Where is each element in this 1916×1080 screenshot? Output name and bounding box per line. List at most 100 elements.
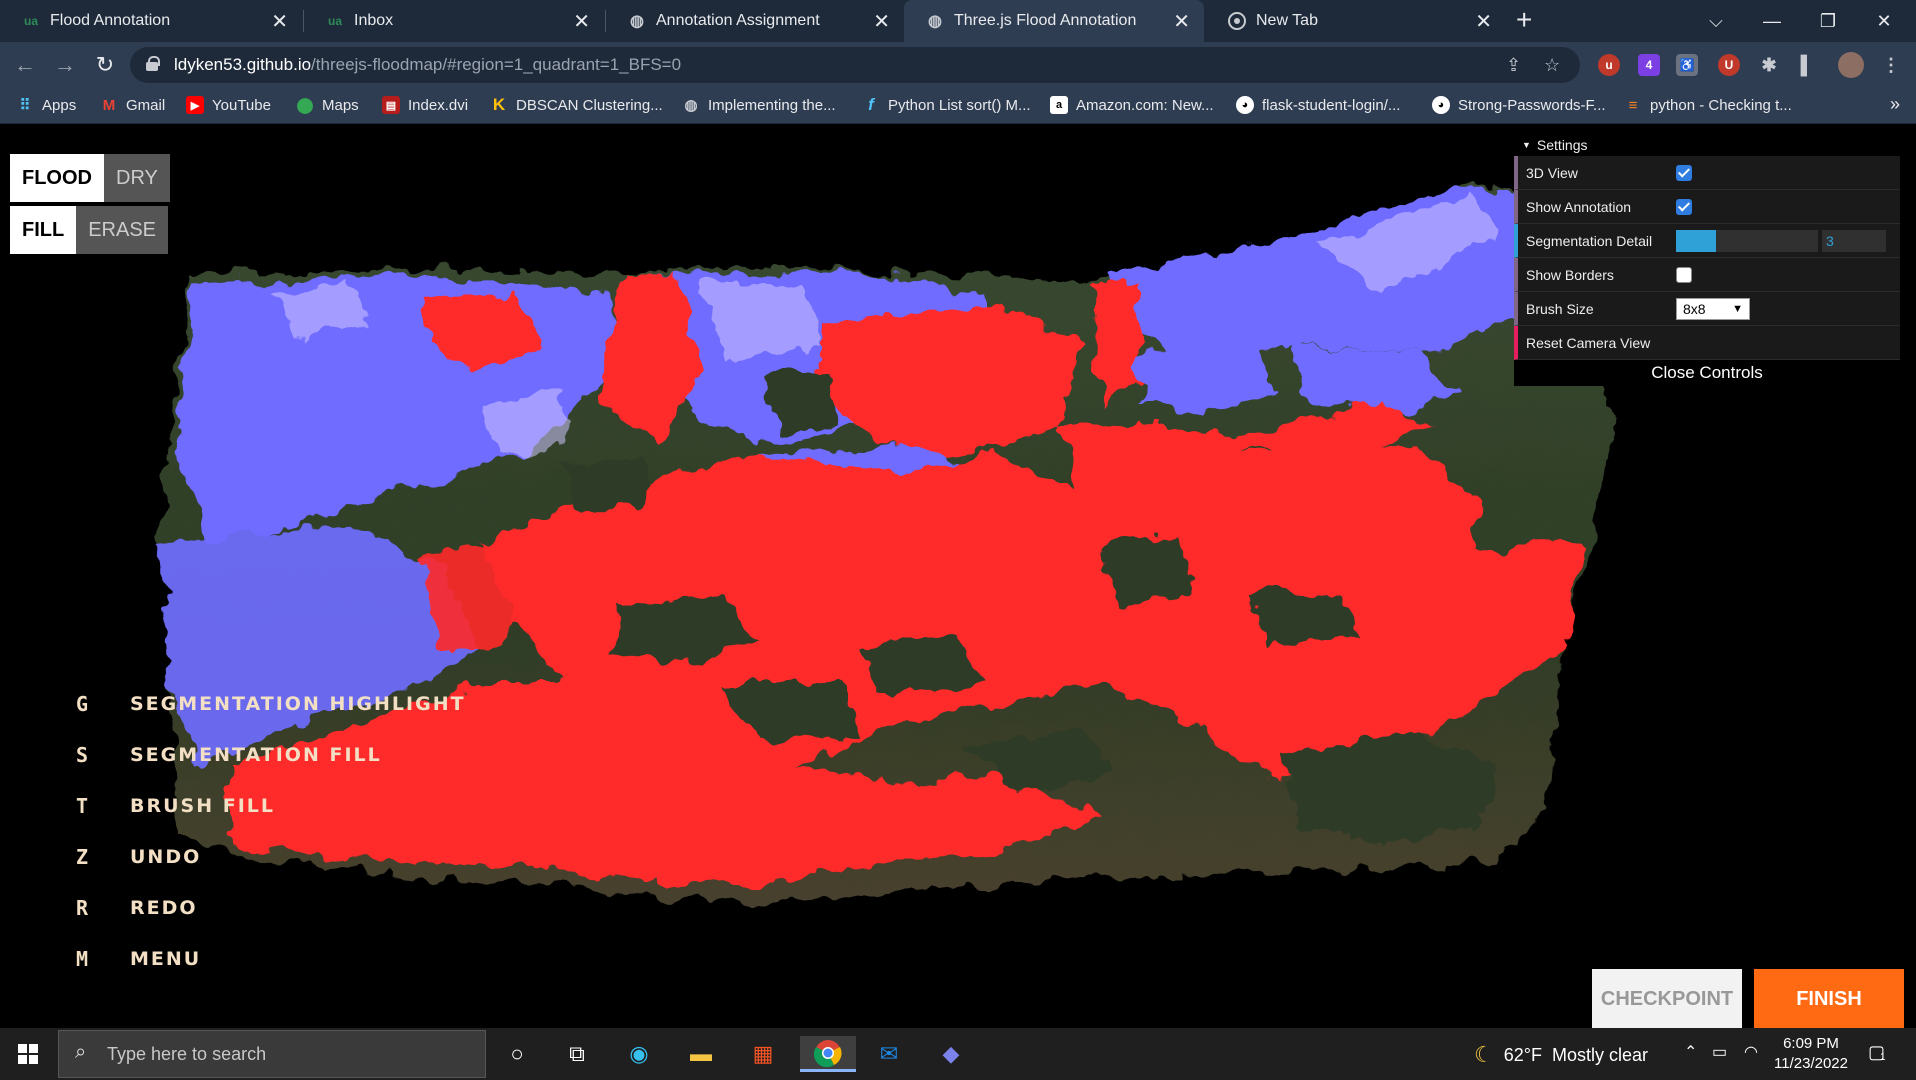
search-icon: ⌕ [75,1041,87,1063]
clock-time: 6:09 PM [1783,1035,1839,1052]
bookmark-youtube[interactable]: ▶ YouTube [186,96,271,114]
bookmark-flask-student-login[interactable]: ◕ flask-student-login/... [1236,96,1400,114]
bookmark-dbscan[interactable]: K DBSCAN Clustering... [490,95,663,114]
brush-size-select[interactable]: 8x8 ▼ [1676,297,1750,320]
3d-view-checkbox[interactable] [1676,164,1692,181]
setting-segmentation-detail[interactable]: Segmentation Detail 3 [1514,224,1900,258]
close-icon[interactable]: ✕ [1173,9,1190,34]
tab-annotation-assignment[interactable]: ◍ Annotation Assignment ✕ [606,0,904,42]
new-tab-plus-icon[interactable]: + [1516,4,1532,36]
segmentation-detail-input[interactable]: 3 [1822,229,1886,252]
teams-icon[interactable]: ◆ [932,1036,970,1072]
close-icon[interactable]: ✕ [873,9,890,34]
minimize-icon[interactable]: — [1744,0,1800,42]
edge-icon[interactable]: ◉ [620,1036,658,1072]
mode-toggle: FLOOD DRY [10,154,170,202]
bookmarks-overflow-icon[interactable]: » [1890,94,1900,115]
segmentation-detail-slider[interactable] [1676,229,1818,252]
profile-avatar[interactable] [1838,52,1864,78]
close-controls-button[interactable]: Close Controls [1514,360,1900,386]
microsoft-store-icon[interactable]: ▦ [744,1036,782,1072]
search-placeholder: Type here to search [107,1043,267,1064]
dry-mode-button[interactable]: DRY [104,154,170,202]
bookmark-label: Gmail [126,96,166,114]
restore-icon[interactable]: ❐ [1800,0,1856,42]
bookmark-label: DBSCAN Clustering... [516,96,663,114]
hotkey-label: Undo [130,846,202,868]
threejs-canvas[interactable]: FLOOD DRY FILL ERASE G Segmentation Highl… [0,124,1916,1028]
hotkey-label: Segmentation Highlight [130,693,466,715]
window-close-icon[interactable]: ✕ [1856,0,1912,42]
bookmark-python-checking[interactable]: ≡ python - Checking t... [1624,96,1792,114]
taskbar-search-input[interactable]: ⌕ Type here to search [58,1030,486,1078]
share-icon[interactable]: ⇪ [1506,55,1521,76]
cortana-icon[interactable]: ○ [498,1036,536,1072]
bookmark-label: python - Checking t... [1650,96,1792,114]
clock-date: 11/23/2022 [1774,1055,1848,1072]
extension-badge-icon[interactable]: 4 [1638,54,1660,76]
chrome-taskbar-icon[interactable] [800,1036,856,1072]
setting-3d-view[interactable]: 3D View [1514,156,1900,190]
settings-title: Settings [1536,137,1588,153]
erase-tool-button[interactable]: ERASE [76,206,169,254]
setting-label: Reset Camera View [1526,334,1651,351]
side-panel-icon[interactable]: ▌ [1796,54,1818,76]
bookmark-maps[interactable]: ⬤ Maps [296,96,359,115]
weather-temp: 62°F [1503,1044,1542,1065]
bookmark-implementing[interactable]: ◍ Implementing the... [682,96,835,115]
tab-search-chevron-icon[interactable]: ⌵ [1688,0,1744,42]
chevron-up-icon[interactable]: ⌃ [1684,1042,1697,1062]
file-explorer-icon[interactable]: ▬ [682,1036,720,1072]
show-borders-checkbox[interactable] [1676,266,1692,283]
bookmark-star-icon[interactable]: ☆ [1544,55,1560,76]
bookmark-index-dvi[interactable]: ▤ Index.dvi [382,96,468,114]
tab-flood-annotation[interactable]: ua Flood Annotation ✕ [0,0,302,42]
bookmark-python-list-sort[interactable]: f Python List sort() M... [862,95,1030,114]
forward-arrow-icon[interactable]: → [50,50,80,80]
tab-title: Annotation Assignment [656,12,820,29]
tab-title: New Tab [1256,12,1318,29]
tab-new-tab[interactable]: New Tab ✕ [1206,0,1506,42]
bookmark-apps[interactable]: ⠿ Apps [16,96,77,115]
apps-grid-icon: ⠿ [19,97,31,114]
reload-icon[interactable]: ↻ [90,50,120,80]
bookmark-gmail[interactable]: M Gmail [100,96,165,114]
finish-button[interactable]: FINISH [1754,969,1904,1028]
reset-camera-view-button[interactable]: Reset Camera View [1514,326,1900,360]
url-text: ldyken53.github.io/threejs-floodmap/#reg… [174,55,681,75]
task-view-icon[interactable]: ⧉ [558,1036,596,1072]
accessibility-icon[interactable]: ♿ [1676,54,1698,76]
tab-threejs-flood-annotation[interactable]: ◍ Three.js Flood Annotation ✕ [904,0,1204,42]
weather-widget[interactable]: ☾ 62°F Mostly clear [1474,1042,1648,1068]
bookmark-amazon[interactable]: a Amazon.com: New... [1050,96,1214,114]
settings-folder-header[interactable]: ▼ Settings [1514,134,1900,156]
mail-icon[interactable]: ✉ [870,1036,908,1072]
lock-icon [146,56,160,72]
close-icon[interactable]: ✕ [573,9,590,34]
back-arrow-icon[interactable]: ← [10,50,40,80]
close-icon[interactable]: ✕ [1475,9,1492,34]
notification-icon[interactable]: ▢ 1 [1868,1042,1886,1063]
setting-label: Show Annotation [1526,198,1632,215]
show-annotation-checkbox[interactable] [1676,198,1692,215]
extensions-puzzle-icon[interactable]: ✱ [1758,54,1780,76]
f-icon: f [868,95,874,114]
setting-show-borders[interactable]: Show Borders [1514,258,1900,292]
checkpoint-button[interactable]: CHECKPOINT [1592,969,1742,1028]
system-clock[interactable]: 6:09 PM 11/23/2022 [1770,1034,1852,1074]
ublock-origin-icon[interactable]: U [1718,54,1740,76]
setting-brush-size[interactable]: Brush Size 8x8 ▼ [1514,292,1900,326]
ublock-icon[interactable]: u [1598,54,1620,76]
fill-tool-button[interactable]: FILL [10,206,77,254]
close-icon[interactable]: ✕ [271,9,288,34]
setting-show-annotation[interactable]: Show Annotation [1514,190,1900,224]
windows-start-button[interactable] [0,1028,56,1080]
tab-strip: ua Flood Annotation ✕ ua Inbox ✕ ◍ Annot… [0,0,1916,42]
more-menu-icon[interactable]: ⋮ [1880,54,1902,76]
wifi-icon[interactable]: ◠ [1744,1042,1758,1062]
tab-inbox[interactable]: ua Inbox ✕ [304,0,604,42]
address-bar[interactable]: ldyken53.github.io/threejs-floodmap/#reg… [130,47,1580,83]
bookmark-strong-passwords[interactable]: ◕ Strong-Passwords-F... [1432,96,1606,114]
flood-mode-button[interactable]: FLOOD [10,154,104,202]
battery-icon[interactable]: ▭ [1712,1042,1727,1062]
